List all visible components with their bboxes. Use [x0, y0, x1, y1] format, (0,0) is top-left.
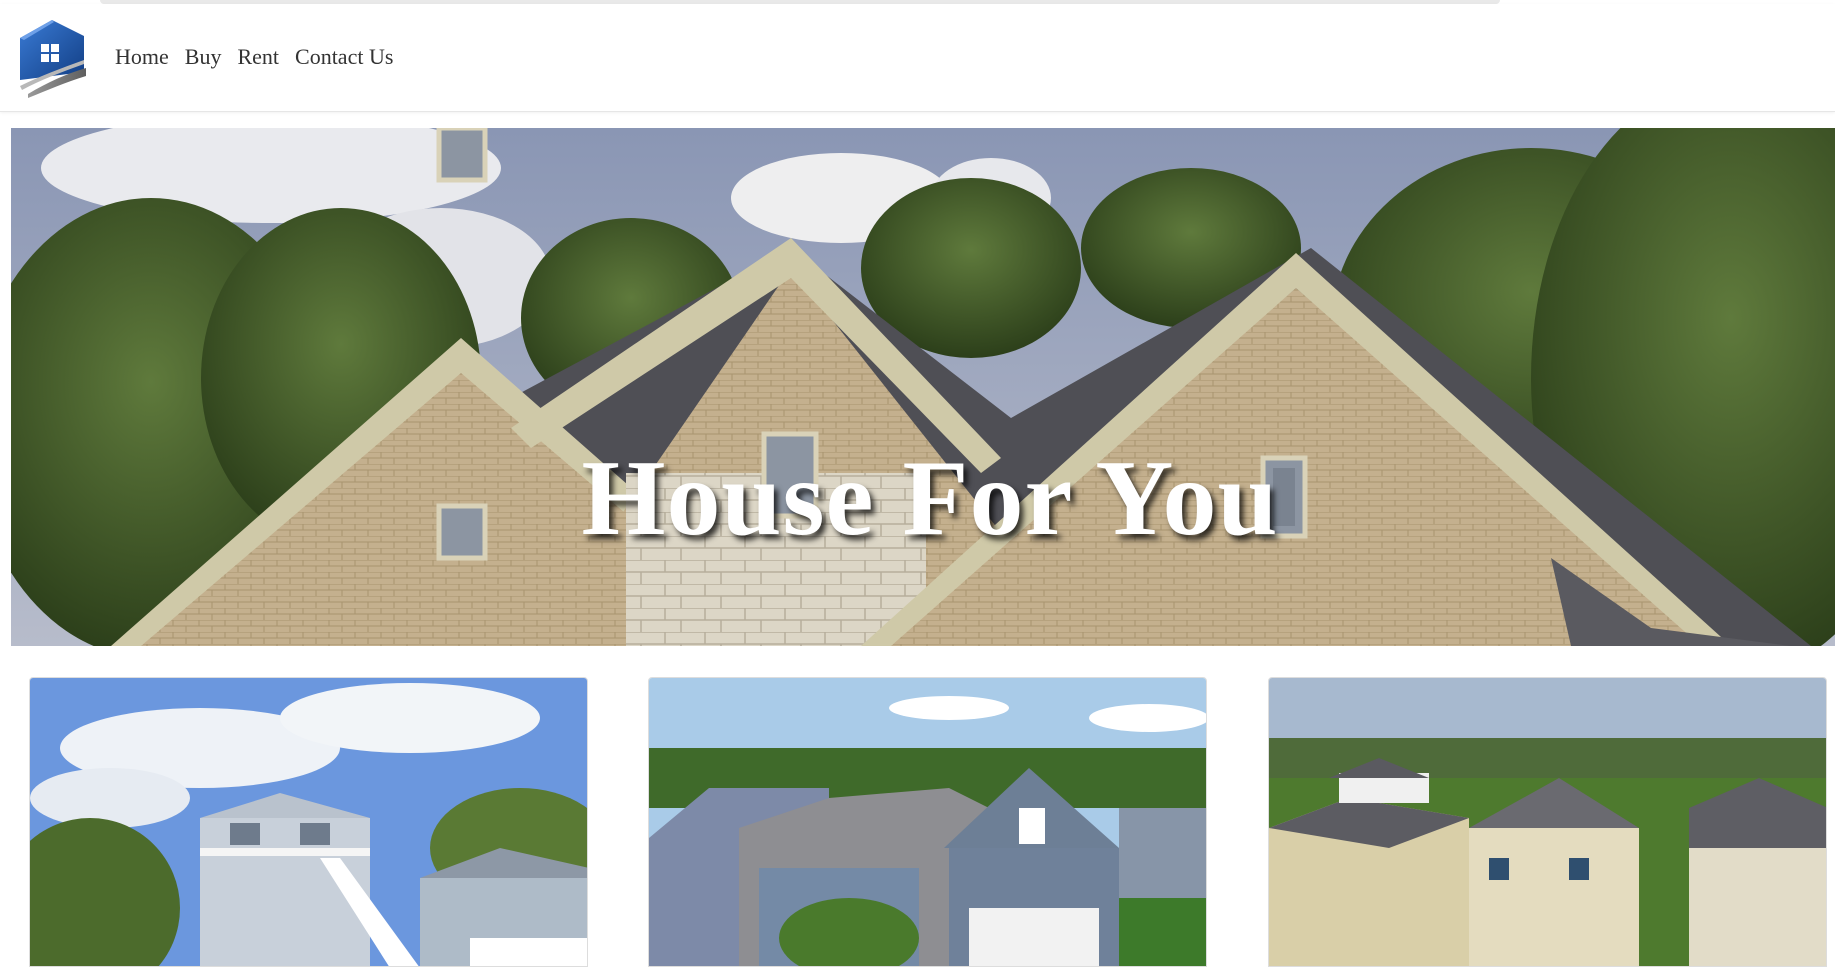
nav-contact-link[interactable]: Contact Us: [295, 44, 393, 70]
listing-card[interactable]: [1268, 677, 1827, 967]
hero-banner: House For You: [11, 128, 1835, 646]
hero-title: House For You: [581, 439, 1279, 558]
listing-card[interactable]: [29, 677, 588, 967]
listing-photo-raised-house: [30, 678, 587, 966]
nav-rent-link[interactable]: Rent: [237, 44, 279, 70]
main-nav: Home Buy Rent Contact Us: [115, 44, 393, 70]
navbar: Home Buy Rent Contact Us: [0, 4, 1835, 112]
hero-house-image: [11, 128, 1835, 646]
house-logo-icon[interactable]: [14, 16, 88, 100]
listing-photo-aerial-townhouses: [1269, 678, 1826, 966]
nav-buy-link[interactable]: Buy: [185, 44, 222, 70]
listing-photo-gray-house: [649, 678, 1206, 966]
nav-home-link[interactable]: Home: [115, 44, 169, 70]
listings-grid: [0, 677, 1835, 967]
listing-card[interactable]: [648, 677, 1207, 967]
